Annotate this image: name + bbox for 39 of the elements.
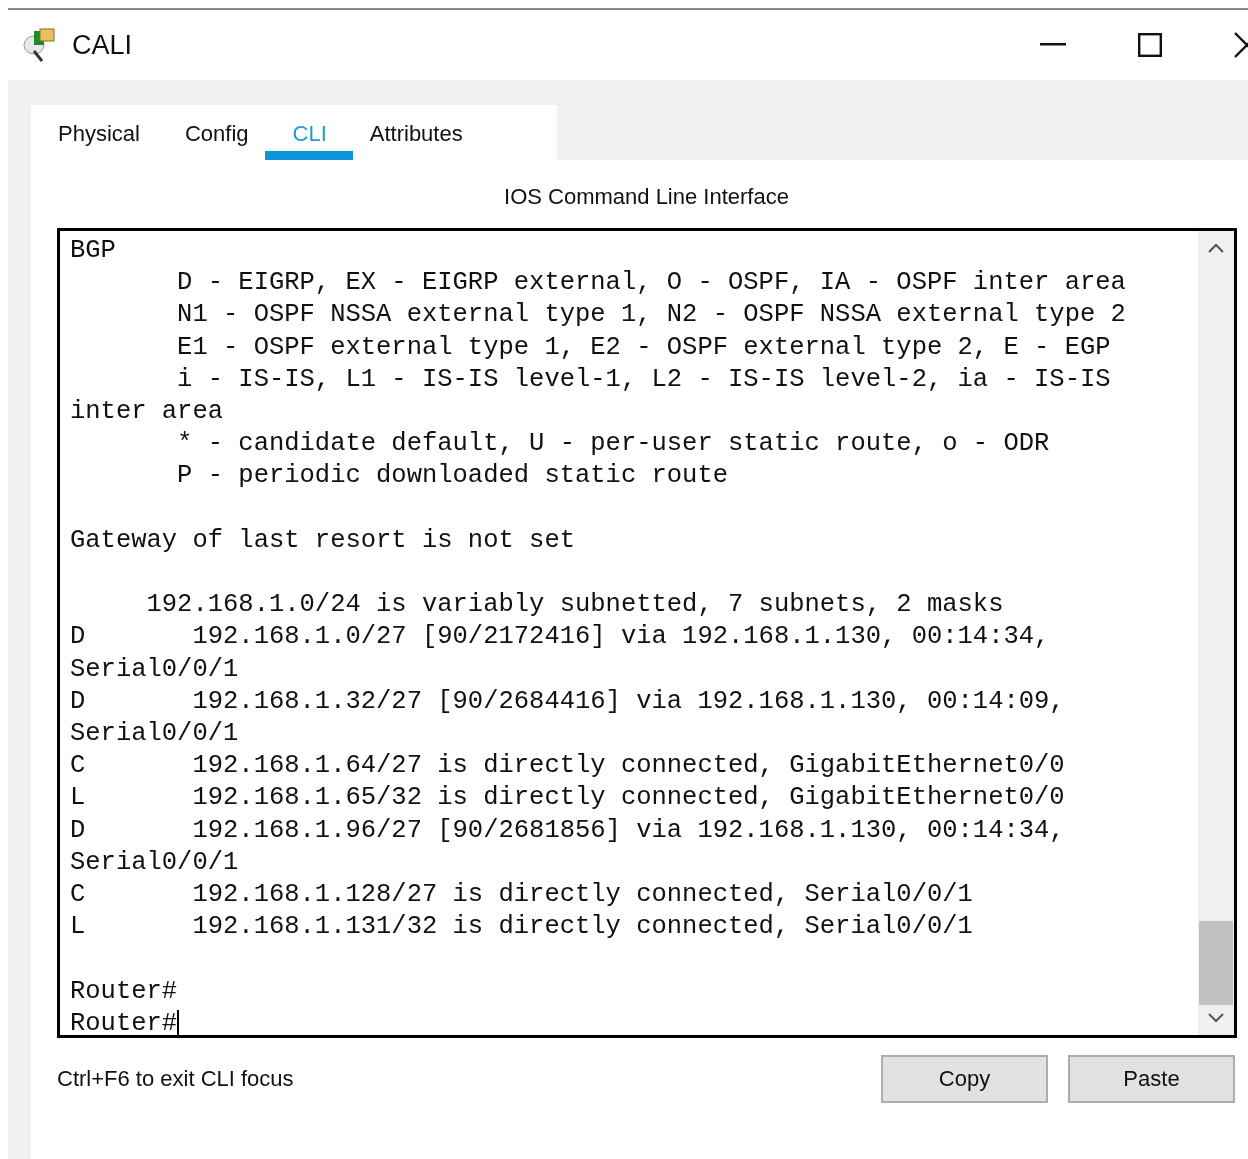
terminal-line: Serial0/0/1 xyxy=(70,718,240,750)
terminal-console[interactable] xyxy=(57,228,1237,1038)
terminal-line: E1 - OSPF external type 1, E2 - OSPF external type 2, E - EGP xyxy=(176,331,1112,364)
terminal-line: D 192.168.1.32/27 [90/2684416] via 192.168.1.130, 00:14:09, xyxy=(70,685,1066,718)
panel-heading: IOS Command Line Interface xyxy=(503,184,790,210)
terminal-line: 192.168.1.0/24 is variably subnetted, 7 subnets, 2 masks xyxy=(145,589,1005,622)
terminal-line: Router# xyxy=(70,1007,178,1035)
scroll-down-icon[interactable] xyxy=(1208,1013,1224,1023)
terminal-line: Serial0/0/1 xyxy=(70,653,240,686)
terminal-line: C 192.168.1.128/27 is directly connected, Serial0/0/1 xyxy=(70,879,974,912)
maximize-icon[interactable] xyxy=(1138,33,1162,57)
terminal-line: D - EIGRP, EX - EIGRP external, O - OSPF, IA - OSPF inter area xyxy=(176,267,1127,300)
terminal-line: Gateway of last resort is not set xyxy=(70,524,576,557)
terminal-line: N1 - OSPF NSSA external type 1, N2 - OSPF NSSA external type 2 xyxy=(176,299,1127,332)
terminal-line: i - IS-IS, L1 - IS-IS level-1, L2 - IS-IS level-2, ia - IS-IS xyxy=(176,363,1112,396)
scroll-up-icon[interactable] xyxy=(1208,243,1224,253)
action-button[interactable]: Copy xyxy=(881,1055,1048,1103)
text-cursor xyxy=(177,1009,180,1035)
window-title: CALI xyxy=(72,29,133,61)
terminal-line: P - periodic downloaded static route xyxy=(176,460,729,493)
terminal-line: * - candidate default, U - per-user static route, o - ODR xyxy=(176,428,1051,461)
terminal-line: L 192.168.1.131/32 is directly connected, Serial0/0/1 xyxy=(70,911,974,944)
terminal-line: L 192.168.1.65/32 is directly connected, GigabitEthernet0/0 xyxy=(70,782,1066,815)
terminal-line: Router# xyxy=(70,975,179,1008)
terminal-line: Serial0/0/1 xyxy=(70,846,240,879)
app-icon xyxy=(22,27,58,63)
tab[interactable]: Attributes xyxy=(360,105,472,160)
terminal-line: D 192.168.1.0/27 [90/2172416] via 192.168.1.130, 00:14:34, xyxy=(70,621,1051,654)
scrollbar[interactable] xyxy=(1198,231,1234,1035)
action-button[interactable]: Paste xyxy=(1068,1055,1235,1103)
scrollbar-thumb[interactable] xyxy=(1199,921,1233,1005)
terminal-line: inter area xyxy=(70,396,225,428)
terminal-line: D 192.168.1.96/27 [90/2681856] via 192.168.1.130, 00:14:34, xyxy=(70,814,1066,847)
minimize-icon[interactable] xyxy=(1040,43,1066,47)
terminal-line: BGP xyxy=(70,235,117,267)
terminal-line: C 192.168.1.64/27 is directly connected, GigabitEthernet0/0 xyxy=(70,750,1066,783)
tab[interactable]: Config xyxy=(175,105,258,160)
tab[interactable]: Physical xyxy=(49,105,149,160)
focus-hint: Ctrl+F6 to exit CLI focus xyxy=(57,1066,294,1092)
